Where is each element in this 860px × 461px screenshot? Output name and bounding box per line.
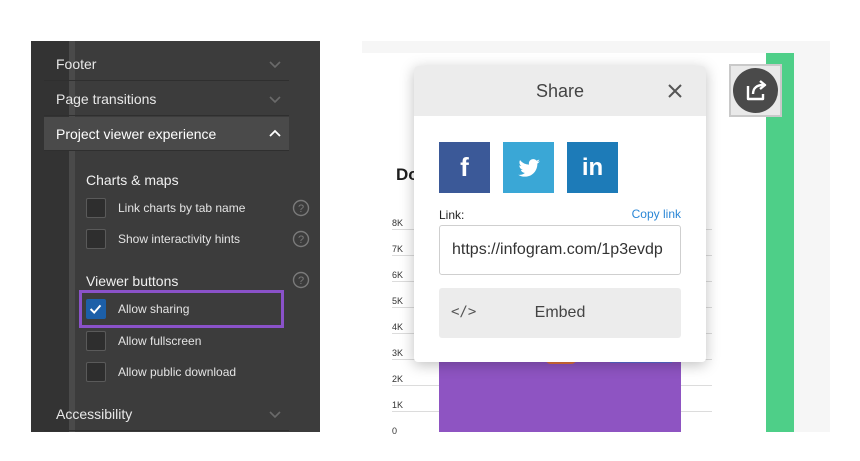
y-tick-label: 0 <box>392 426 398 436</box>
embed-label: Embed <box>534 304 586 321</box>
allow-public-download-checkbox[interactable] <box>86 362 106 382</box>
accordion-page-transitions-label: Page transitions <box>56 90 157 107</box>
accordion-page-transitions[interactable]: Page transitions <box>44 82 289 116</box>
y-tick-label: 5K <box>392 296 404 306</box>
interactivity-hints-label: Show interactivity hints <box>118 232 241 246</box>
close-icon[interactable] <box>666 82 684 100</box>
svg-text:?: ? <box>298 234 304 246</box>
help-icon[interactable]: ? <box>292 271 310 289</box>
allow-fullscreen-option[interactable]: Allow fullscreen <box>86 329 311 353</box>
link-charts-checkbox[interactable] <box>86 198 106 218</box>
y-tick-label: 3K <box>392 348 404 358</box>
link-label: Link: <box>439 208 465 222</box>
share-link-input[interactable] <box>439 225 681 275</box>
allow-fullscreen-label: Allow fullscreen <box>118 334 202 348</box>
share-icon <box>746 80 767 101</box>
y-tick-label: 8K <box>392 218 404 228</box>
help-icon[interactable]: ? <box>292 230 310 248</box>
accordion-project-viewer-experience-label: Project viewer experience <box>56 125 217 142</box>
charts-maps-heading: Charts & maps <box>86 172 179 188</box>
svg-text:?: ? <box>298 203 304 215</box>
chevron-down-icon <box>269 96 281 104</box>
accordion-footer[interactable]: Footer <box>44 47 289 81</box>
share-modal: Share f in Link: Copy link </> Embed <box>414 66 706 362</box>
twitter-share-button[interactable] <box>503 142 554 193</box>
allow-fullscreen-checkbox[interactable] <box>86 331 106 351</box>
accordion-footer-label: Footer <box>56 55 97 72</box>
allow-public-download-option[interactable]: Allow public download <box>86 360 311 384</box>
y-tick-label: 2K <box>392 374 404 384</box>
share-button[interactable] <box>729 64 782 117</box>
chevron-down-icon <box>269 411 281 419</box>
interactivity-hints-checkbox[interactable] <box>86 229 106 249</box>
chart-bar <box>439 362 681 432</box>
embed-button[interactable]: </> Embed <box>439 288 681 338</box>
y-tick-label: 6K <box>392 270 404 280</box>
linkedin-share-button[interactable]: in <box>567 142 618 193</box>
link-charts-option[interactable]: Link charts by tab name <box>86 196 311 220</box>
y-tick-label: 7K <box>392 244 404 254</box>
share-modal-title: Share <box>535 81 585 101</box>
accordion-accessibility[interactable]: Accessibility <box>44 397 289 431</box>
y-tick-label: 1K <box>392 400 404 410</box>
y-tick-label: 4K <box>392 322 404 332</box>
accordion-accessibility-label: Accessibility <box>56 405 133 422</box>
viewer-buttons-heading: Viewer buttons <box>86 273 179 289</box>
help-icon[interactable]: ? <box>292 199 310 217</box>
facebook-share-button[interactable]: f <box>439 142 490 193</box>
accordion-project-viewer-experience[interactable]: Project viewer experience <box>44 117 289 151</box>
share-modal-header: Share <box>414 66 706 116</box>
link-charts-label: Link charts by tab name <box>118 201 246 215</box>
linkedin-icon: in <box>581 153 604 181</box>
facebook-icon: f <box>460 152 469 182</box>
allow-public-download-label: Allow public download <box>118 365 237 379</box>
chevron-up-icon <box>269 129 281 137</box>
allow-sharing-highlight <box>79 290 284 328</box>
twitter-icon <box>517 158 540 177</box>
svg-text:?: ? <box>298 275 304 287</box>
share-button-circle <box>733 68 778 113</box>
interactivity-hints-option[interactable]: Show interactivity hints <box>86 227 311 251</box>
copy-link-button[interactable]: Copy link <box>632 207 681 221</box>
chevron-down-icon <box>269 61 281 69</box>
